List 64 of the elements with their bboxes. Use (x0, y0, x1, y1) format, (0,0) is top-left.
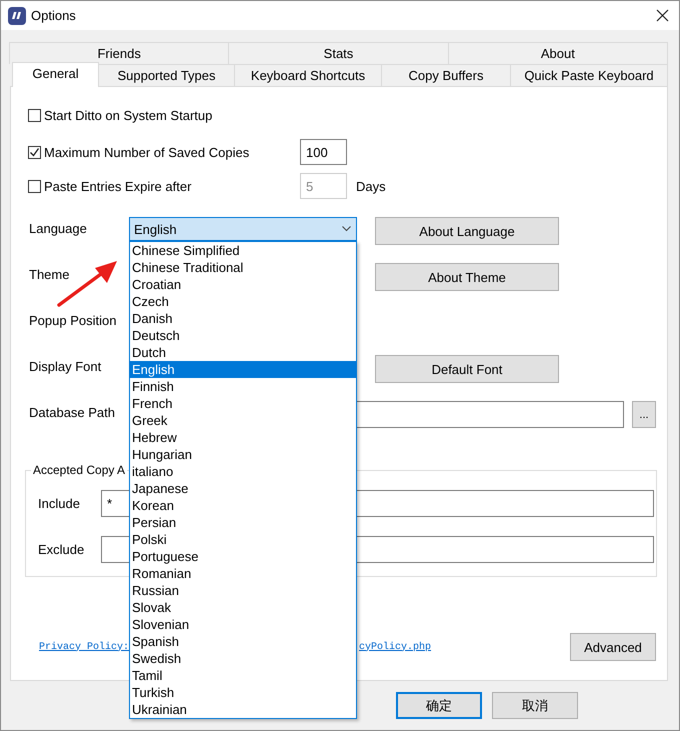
language-option[interactable]: Chinese Simplified (130, 242, 356, 259)
about-button[interactable]: About Language (375, 217, 559, 245)
caret-icon[interactable] (342, 226, 351, 232)
tab[interactable]: Friends (9, 42, 230, 64)
setting-label: Theme (29, 266, 70, 284)
about-button[interactable]: Default Font (375, 355, 559, 383)
language-option[interactable]: Swedish (130, 650, 356, 667)
checkbox[interactable] (28, 180, 41, 192)
language-option[interactable]: Polski (130, 531, 356, 548)
checkbox-label: Start Ditto on System Startup (44, 108, 212, 122)
language-option[interactable]: Dutch (130, 344, 356, 361)
language-option[interactable]: Finnish (130, 378, 356, 395)
setting-label: Database Path (29, 404, 116, 422)
checkbox[interactable] (28, 108, 41, 122)
language-option[interactable]: Russian (130, 582, 356, 599)
language-option[interactable]: Ukrainian (130, 701, 356, 718)
language-option[interactable]: Hebrew (130, 429, 356, 446)
setting-label: Language (29, 220, 87, 238)
tab[interactable]: About (448, 42, 668, 64)
privacy-link[interactable]: cyPolicy.php (359, 642, 432, 652)
language-option[interactable]: Slovak (130, 599, 356, 616)
language-option[interactable]: Korean (130, 497, 356, 514)
language-dropdown[interactable]: English (129, 217, 357, 241)
language-option[interactable]: Turkish (130, 684, 356, 701)
language-option[interactable]: Persian (130, 514, 356, 531)
unit-label: Days (356, 178, 386, 194)
language-option[interactable]: Danish (130, 310, 356, 327)
field-label: Include (38, 496, 81, 511)
language-option[interactable]: Hungarian (130, 446, 356, 463)
about-button[interactable]: About Theme (375, 263, 559, 291)
checkbox-label: Maximum Number of Saved Copies (44, 144, 250, 160)
language-option[interactable]: Spanish (130, 633, 356, 650)
advanced-button[interactable]: Advanced (570, 633, 656, 661)
setting-label: Popup Position (29, 312, 116, 330)
tab[interactable]: Keyboard Shortcuts (234, 64, 382, 86)
ok-button[interactable]: 确定 (396, 692, 482, 719)
window-title: Options (31, 8, 76, 23)
language-option[interactable]: Portuguese (130, 548, 356, 565)
language-option[interactable]: Czech (130, 293, 356, 310)
checkbox-label: Paste Entries Expire after (44, 178, 192, 194)
language-option[interactable]: Greek (130, 412, 356, 429)
language-option[interactable]: Romanian (130, 565, 356, 582)
tab[interactable]: Supported Types (98, 64, 235, 86)
language-option[interactable]: Croatian (130, 276, 356, 293)
language-option[interactable]: Tamil (130, 667, 356, 684)
language-option[interactable]: italiano (130, 463, 356, 480)
close-icon[interactable] (656, 9, 669, 22)
language-option[interactable]: English (130, 361, 356, 378)
field-label: Exclude (38, 542, 86, 557)
privacy-link[interactable]: Privacy Policy: (39, 642, 130, 652)
tab[interactable]: Quick Paste Keyboard (510, 64, 668, 86)
browse-button[interactable]: ... (632, 401, 656, 428)
language-option[interactable]: French (130, 395, 356, 412)
language-option[interactable]: Deutsch (130, 327, 356, 344)
checkbox[interactable] (28, 146, 41, 158)
quote-icon (8, 6, 26, 24)
number-field[interactable]: 100 (300, 139, 347, 165)
language-option[interactable]: Chinese Traditional (130, 259, 356, 276)
group-title: Accepted Copy A (31, 463, 128, 477)
tab[interactable]: Copy Buffers (381, 64, 511, 86)
cancel-button[interactable]: 取消 (492, 692, 578, 719)
tab[interactable]: General (12, 62, 99, 87)
language-option[interactable]: Slovenian (130, 616, 356, 633)
setting-label: Display Font (29, 358, 102, 376)
